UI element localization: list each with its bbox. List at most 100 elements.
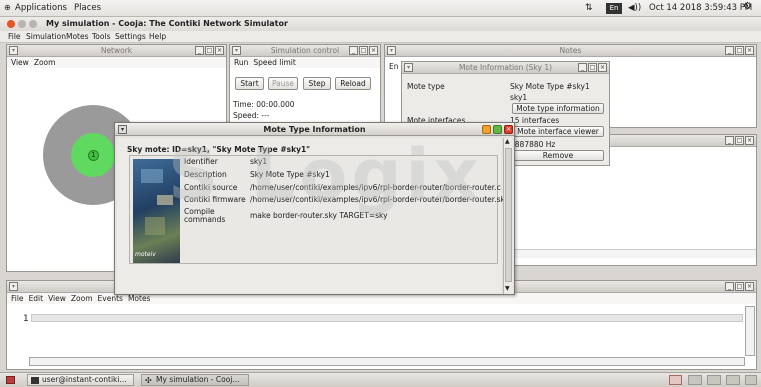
vertical-scrollbar[interactable] — [745, 306, 755, 356]
applications-menu[interactable]: Applications — [15, 3, 67, 13]
settings-gear-icon[interactable]: ⚙ — [743, 1, 752, 12]
network-arrows-icon[interactable]: ⇅ — [585, 3, 593, 13]
minimize-icon[interactable]: _ — [578, 63, 587, 72]
mote-1[interactable]: 1 — [88, 150, 99, 161]
maximize-icon[interactable] — [493, 125, 502, 134]
menu-simulation[interactable]: Simulation — [26, 32, 66, 41]
clock[interactable]: Oct 14 2018 3:59:43 PM — [649, 3, 752, 13]
close-icon[interactable]: × — [369, 46, 378, 55]
simulation-time: Time: 00:00.000 — [233, 100, 295, 109]
menu-zoom[interactable]: Zoom — [71, 294, 93, 303]
start-button[interactable]: Start — [235, 77, 264, 90]
maximize-icon[interactable]: □ — [735, 136, 744, 145]
minimize-icon[interactable] — [18, 20, 26, 28]
dialog-content: Sky mote: ID=sky1, "Sky Mote Type #sky1"… — [117, 138, 509, 293]
contiki-firmware-value: /home/user/contiki/examples/ipv6/rpl-bor… — [250, 195, 509, 204]
workspace-4[interactable] — [726, 375, 740, 385]
scroll-down-icon[interactable]: ▼ — [505, 285, 510, 292]
close-icon[interactable] — [7, 20, 15, 28]
mote-interface-viewer-button[interactable]: Mote interface viewer — [512, 126, 604, 137]
menu-speed-limit[interactable]: Speed limit — [253, 58, 295, 67]
horizontal-scrollbar[interactable] — [29, 357, 745, 366]
close-icon[interactable]: × — [504, 125, 513, 134]
workspace-2[interactable] — [688, 375, 702, 385]
menu-edit[interactable]: Edit — [29, 294, 44, 303]
description-label: Description — [184, 170, 227, 179]
window-menu-icon[interactable]: ▾ — [387, 46, 396, 55]
mote-type-value: Sky Mote Type #sky1 — [510, 82, 590, 91]
close-icon[interactable]: × — [215, 46, 224, 55]
menu-tools[interactable]: Tools — [92, 32, 110, 41]
mote-type-id: sky1 — [510, 93, 528, 102]
workspace-1[interactable] — [669, 375, 682, 385]
maximize-icon[interactable]: □ — [588, 63, 597, 72]
simulation-control-menu: Run Speed limit — [230, 57, 380, 68]
maximize-icon[interactable]: □ — [359, 46, 368, 55]
mote-type-information-button[interactable]: Mote type information — [512, 103, 604, 114]
volume-icon[interactable]: ◀)) — [628, 3, 641, 13]
step-button[interactable]: Step — [303, 77, 331, 90]
keyboard-layout-indicator[interactable]: En — [606, 3, 622, 14]
menu-zoom[interactable]: Zoom — [34, 58, 56, 67]
apple-menu-icon[interactable]: ⊕ — [4, 3, 11, 12]
pause-button[interactable]: Pause — [268, 77, 298, 90]
minimize-icon[interactable]: _ — [195, 46, 204, 55]
reload-button[interactable]: Reload — [335, 77, 371, 90]
menu-motes[interactable]: Motes — [128, 294, 151, 303]
notes-text[interactable]: En — [389, 62, 399, 71]
trash-icon[interactable] — [745, 375, 757, 385]
maximize-icon[interactable]: □ — [735, 46, 744, 55]
mote-interfaces-value: 15 interfaces — [510, 116, 560, 125]
main-menu-bar: File Simulation Motes Tools Settings Hel… — [0, 31, 761, 43]
simulation-speed: Speed: --- — [233, 111, 270, 120]
minimize-icon[interactable]: _ — [725, 282, 734, 291]
compile-commands-label-2: commands — [184, 215, 226, 224]
minimize-icon[interactable]: _ — [725, 46, 734, 55]
taskbar: user@instant-contiki... ✣ My simulation … — [0, 372, 761, 387]
simulation-control-title-bar: ▾ Simulation control _ □ × — [230, 45, 380, 57]
menu-motes[interactable]: Motes — [66, 32, 89, 41]
maximize-icon[interactable]: □ — [205, 46, 214, 55]
close-icon[interactable]: × — [745, 46, 754, 55]
console-line-number: 1 — [23, 314, 29, 324]
menu-help[interactable]: Help — [149, 32, 166, 41]
cooja-app-icon: ✣ — [145, 376, 152, 385]
compile-commands-value: make border-router.sky TARGET=sky — [250, 211, 388, 220]
close-icon[interactable]: × — [598, 63, 607, 72]
minimize-icon[interactable]: _ — [725, 136, 734, 145]
menu-file[interactable]: File — [11, 294, 24, 303]
window-menu-icon[interactable]: ▾ — [232, 46, 241, 55]
menu-events[interactable]: Events — [98, 294, 123, 303]
menu-view[interactable]: View — [11, 58, 29, 67]
system-top-bar: ⊕ Applications Places ⇅ En ◀)) Oct 14 20… — [0, 0, 761, 17]
menu-run[interactable]: Run — [234, 58, 248, 67]
menu-settings[interactable]: Settings — [115, 32, 146, 41]
scroll-thumb[interactable] — [505, 148, 512, 282]
places-menu[interactable]: Places — [74, 3, 101, 13]
console-log-row[interactable] — [31, 314, 743, 322]
app-title: My simulation - Cooja: The Contiki Netwo… — [46, 19, 288, 28]
minimize-icon[interactable] — [482, 125, 491, 134]
window-menu-icon[interactable]: ▾ — [9, 282, 18, 291]
window-menu-icon[interactable]: ▾ — [9, 46, 18, 55]
taskbar-cooja[interactable]: ✣ My simulation - Cooj... — [141, 374, 249, 386]
menu-view[interactable]: View — [48, 294, 66, 303]
minimize-icon[interactable]: _ — [349, 46, 358, 55]
remove-mote-button[interactable]: Remove — [512, 150, 604, 161]
network-menu: View Zoom — [7, 57, 226, 68]
show-desktop-icon[interactable] — [6, 376, 15, 384]
taskbar-terminal[interactable]: user@instant-contiki... — [27, 374, 134, 386]
workspace-3[interactable] — [707, 375, 721, 385]
mote-information-title: Mote Information (Sky 1) — [458, 63, 553, 72]
scroll-up-icon[interactable]: ▲ — [505, 138, 510, 145]
window-menu-icon[interactable]: ▾ — [404, 63, 413, 72]
maximize-icon[interactable] — [29, 20, 37, 28]
identifier-label: Identifier — [184, 157, 218, 166]
close-icon[interactable]: × — [745, 282, 754, 291]
menu-file[interactable]: File — [8, 32, 21, 41]
maximize-icon[interactable]: □ — [735, 282, 744, 291]
close-icon[interactable]: × — [745, 136, 754, 145]
dialog-vertical-scrollbar[interactable]: ▲ ▼ — [503, 138, 513, 294]
simulation-control-title: Simulation control — [270, 46, 340, 55]
timeline-scrollbar[interactable] — [513, 249, 756, 258]
